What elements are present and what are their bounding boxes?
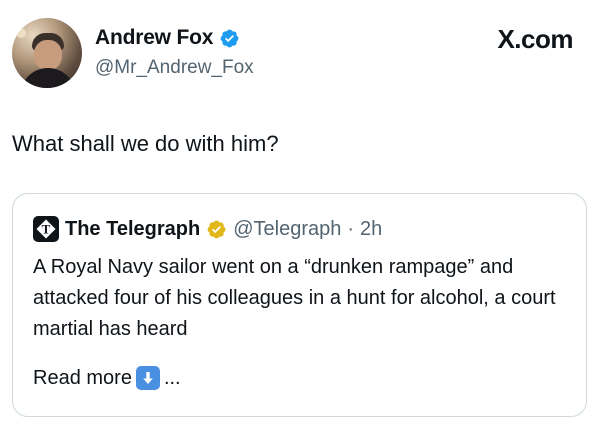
avatar-face [34,40,62,70]
quoted-author-handle[interactable]: @Telegraph [233,218,341,241]
quoted-tweet-header: T The Telegraph @Telegraph · 2h [33,216,382,242]
author-avatar[interactable] [12,18,82,88]
quoted-tweet-text: A Royal Navy sailor went on a “drunken r… [33,256,556,340]
down-arrow-icon [135,366,160,390]
verified-badge-icon [220,29,239,47]
quoted-tweet-card[interactable]: T The Telegraph @Telegraph · 2h A Royal … [12,193,587,417]
post-time[interactable]: 2h [360,218,382,241]
avatar-background-light [16,28,26,38]
author-name[interactable]: Andrew Fox [95,26,213,50]
read-more-label[interactable]: Read more [33,367,132,390]
svg-text:T: T [42,222,51,237]
separator-dot: · [347,217,355,240]
author-name-row[interactable]: Andrew Fox [95,26,240,50]
author-handle[interactable]: @Mr_Andrew_Fox [95,57,254,79]
read-more-link[interactable]: Read more ... [33,366,181,390]
quoted-author-name[interactable]: The Telegraph [65,218,200,241]
avatar-shoulders [20,68,76,88]
tweet-text: What shall we do with him? [12,131,279,156]
ellipsis: ... [163,366,181,389]
site-label: X.com [497,24,573,54]
telegraph-logo-icon[interactable]: T [33,216,59,242]
gold-verified-badge-icon [207,220,226,238]
